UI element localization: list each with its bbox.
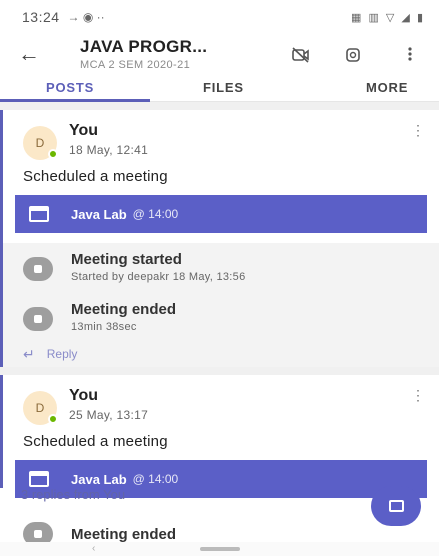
post-author-block: You 18 May, 12:41 [69, 122, 148, 157]
tab-bar: POSTS FILES MORE [0, 74, 439, 102]
event-body: Meeting ended 13min 38sec [71, 301, 176, 333]
overflow-menu-icon[interactable] [408, 46, 412, 66]
calendar-icon [29, 471, 49, 487]
page-title: JAVA PROGR... [80, 37, 208, 56]
status-notification-icons: → ◉ ·· [67, 10, 105, 24]
event-title: Meeting ended [71, 301, 177, 318]
status-time: 13:24 [22, 9, 60, 25]
compose-icon [388, 500, 404, 512]
page-subtitle: MCA 2 SEM 2020-21 [80, 59, 191, 71]
post-card[interactable]: D You 25 May, 13:17 ⋮ Scheduled a meetin… [0, 375, 439, 498]
app-header: ← JAVA PROGR... MCA 2 SEM 2020-21 [0, 34, 439, 74]
reply-button[interactable]: ↵ Reply [3, 341, 439, 367]
back-arrow-icon[interactable]: ← [18, 41, 52, 67]
feed-spacer [0, 102, 439, 110]
video-camera-icon [23, 307, 53, 331]
tab-more[interactable]: MORE [366, 80, 408, 95]
post-author: You [69, 122, 99, 139]
post-options-icon[interactable]: ⋮ [411, 387, 425, 404]
calendar-icon [29, 206, 49, 222]
reply-arrow-icon: ↵ [23, 345, 35, 362]
post-options-icon[interactable]: ⋮ [411, 122, 425, 139]
meeting-event[interactable]: Meeting started Started by deepakr 18 Ma… [3, 251, 439, 301]
meeting-event[interactable]: Meeting ended 13min 38sec [3, 301, 439, 341]
post-timestamp: 25 May, 13:17 [69, 408, 149, 422]
post-card[interactable]: D You 18 May, 12:41 ⋮ Scheduled a meetin… [0, 110, 439, 243]
reply-label: Reply [46, 347, 78, 361]
event-body: Meeting started Started by deepakr 18 Ma… [71, 251, 246, 283]
channel-title-block[interactable]: JAVA PROGR... MCA 2 SEM 2020-21 [80, 37, 207, 71]
meet-now-icon[interactable] [345, 47, 361, 67]
new-post-button[interactable] [371, 486, 421, 526]
meeting-events: Meeting started Started by deepakr 18 Ma… [0, 243, 439, 367]
meeting-title: Java Lab [71, 206, 127, 222]
tab-files[interactable]: FILES [203, 80, 244, 95]
post-author: You [69, 387, 99, 404]
status-bar: 13:24 → ◉ ·· ▦ ▥ ▽ ◢ ▮ [0, 0, 439, 34]
meeting-time: @ 14:00 [132, 207, 179, 221]
video-camera-icon [23, 257, 53, 281]
event-title: Meeting started [71, 251, 182, 268]
post-message: Scheduled a meeting [23, 433, 168, 450]
meeting-title: Java Lab [71, 471, 127, 487]
tab-posts[interactable]: POSTS [46, 80, 94, 95]
meeting-card[interactable]: Java Lab @ 14:00 [15, 195, 427, 233]
avatar-initial: D [35, 136, 45, 150]
post-message: Scheduled a meeting [23, 168, 168, 185]
event-title: Meeting ended [71, 525, 177, 543]
avatar-initial: D [35, 401, 45, 415]
replies-link[interactable]: 3 replies from You [3, 487, 125, 502]
post-header: D You 25 May, 13:17 ⋮ [3, 375, 439, 433]
system-nav-bar: ‹ [0, 542, 439, 556]
event-detail: Started by deepakr 18 May, 13:56 [71, 271, 246, 283]
feed-spacer [0, 367, 439, 375]
avatar[interactable]: D [23, 391, 58, 425]
nav-back-icon[interactable]: ‹ [92, 543, 95, 554]
post-timestamp: 18 May, 12:41 [69, 143, 149, 157]
post-header: D You 18 May, 12:41 ⋮ [3, 110, 439, 168]
avatar[interactable]: D [23, 126, 58, 160]
active-tab-indicator [0, 99, 150, 102]
status-system-icons: ▦ ▥ ▽ ◢ ▮ [351, 11, 425, 24]
video-off-icon[interactable] [292, 47, 310, 67]
event-detail: 13min 38sec [71, 321, 137, 333]
home-gesture-pill[interactable] [199, 547, 240, 551]
presence-available-icon [48, 414, 58, 424]
presence-available-icon [48, 149, 58, 159]
meeting-time: @ 14:00 [132, 472, 179, 486]
post-author-block: You 25 May, 13:17 [69, 387, 148, 422]
